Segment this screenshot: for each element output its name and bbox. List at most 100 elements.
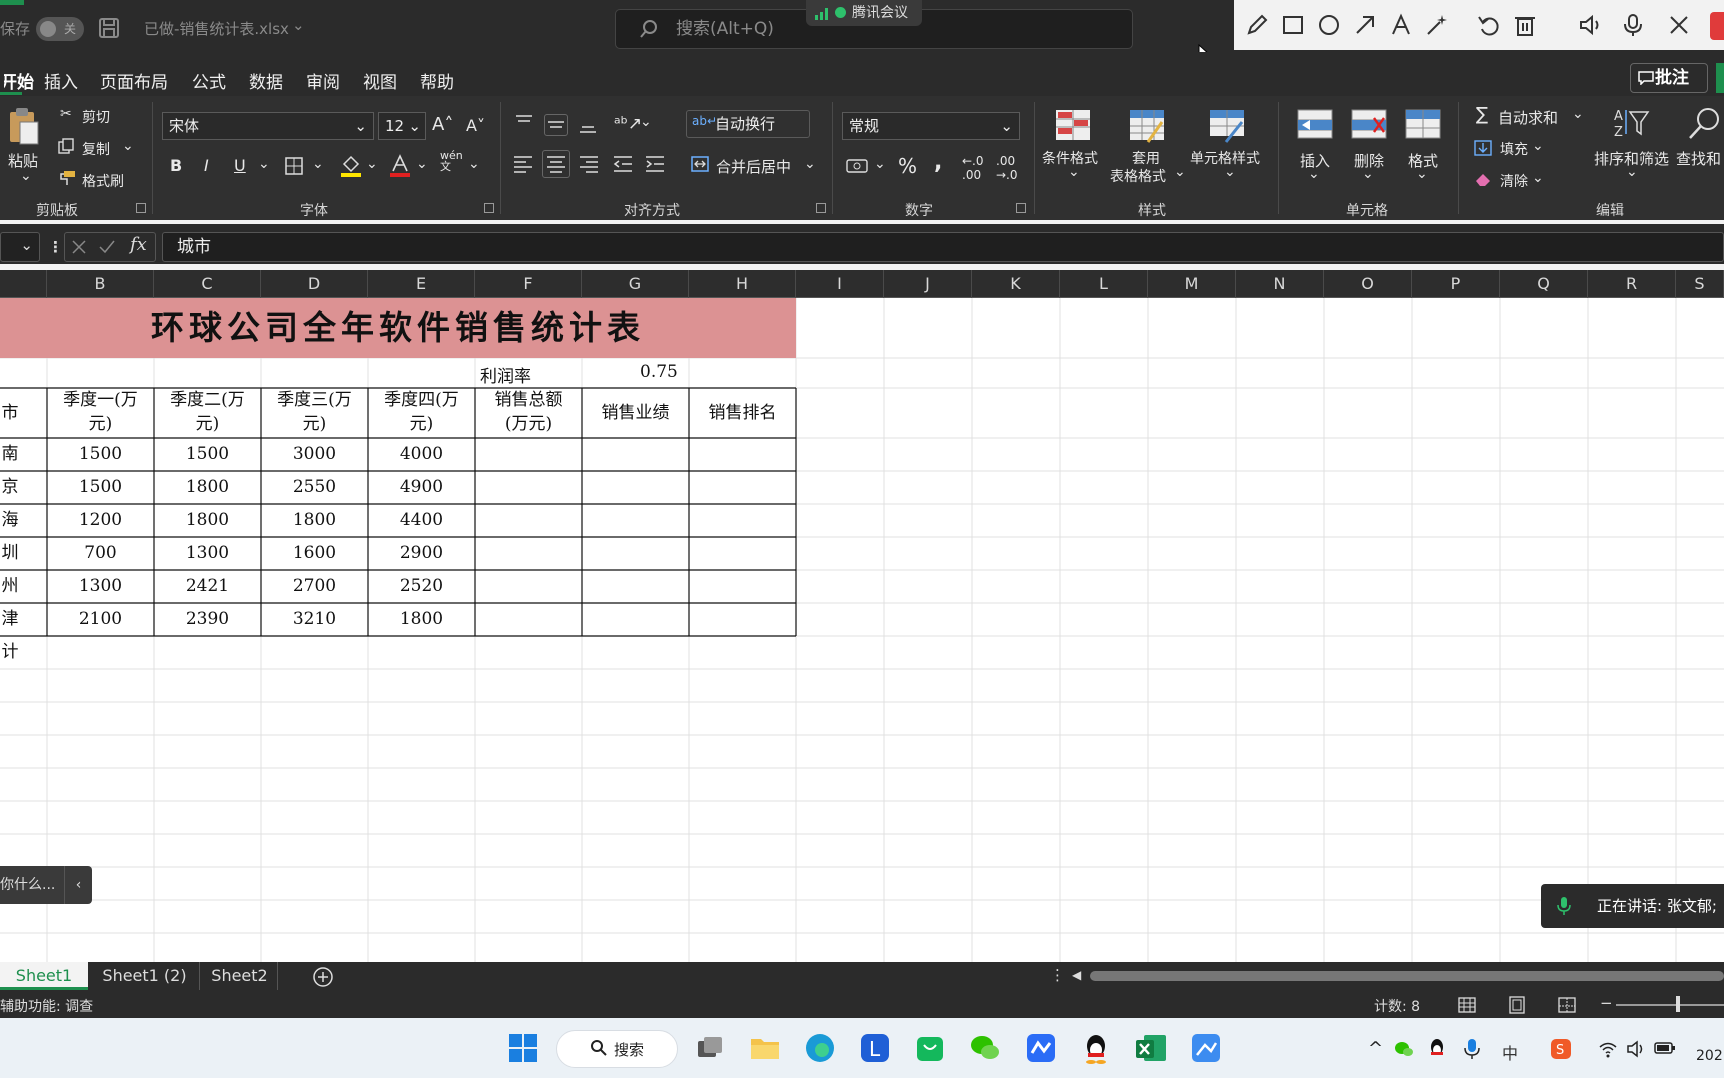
row-city[interactable]: 南 (0, 438, 20, 471)
bold-icon[interactable]: B (170, 156, 182, 175)
menu-page-layout[interactable]: 页面布局 (100, 68, 168, 93)
dialog-launcher-icon[interactable] (816, 203, 826, 213)
find-label[interactable]: 查找和 (1676, 148, 1721, 169)
row-q1[interactable]: 1500 (47, 471, 154, 504)
fill-label[interactable]: 填充 (1500, 139, 1528, 159)
row-q1[interactable]: 700 (47, 537, 154, 570)
borders-icon[interactable] (284, 156, 304, 176)
align-right-icon[interactable] (578, 154, 600, 174)
header-q3[interactable]: 季度三(万 元) (261, 388, 368, 436)
total-row-label[interactable]: 计 (0, 636, 20, 669)
edge-browser-icon[interactable] (803, 1031, 837, 1065)
row-q1[interactable]: 1200 (47, 504, 154, 537)
format-as-table-icon[interactable] (1128, 108, 1166, 144)
delete-cells-icon[interactable] (1350, 108, 1388, 142)
accessibility-status[interactable]: 辅助功能: 调查 (0, 996, 93, 1016)
row-q1[interactable]: 1500 (47, 438, 154, 471)
cell-styles-icon[interactable] (1208, 108, 1246, 144)
accounting-format-icon[interactable] (846, 158, 868, 174)
row-q2[interactable]: 1800 (154, 504, 261, 537)
menu-formulas[interactable]: 公式 (192, 68, 226, 93)
task-view-icon[interactable] (692, 1031, 726, 1065)
dialog-launcher-icon[interactable] (484, 203, 494, 213)
increase-decimal-icon[interactable]: ←.0.00 (962, 154, 984, 182)
taskbar-clock[interactable]: 202 (1696, 1048, 1723, 1064)
copy-icon[interactable] (58, 138, 74, 154)
column-header-j[interactable]: J (884, 270, 972, 298)
qq-icon[interactable] (1079, 1031, 1113, 1065)
clear-label[interactable]: 清除 (1500, 171, 1528, 191)
enter-check-icon[interactable] (98, 238, 116, 256)
row-city[interactable]: 京 (0, 471, 20, 504)
row-q4[interactable]: 4900 (368, 471, 475, 504)
find-icon[interactable] (1686, 106, 1722, 142)
chevron-down-icon[interactable]: ⌄ (366, 156, 378, 172)
format-painter-label[interactable]: 格式刷 (82, 171, 124, 191)
autosave-toggle[interactable]: 关 (36, 17, 84, 41)
align-middle-icon[interactable] (544, 114, 568, 136)
shopping-app-icon[interactable] (913, 1031, 947, 1065)
row-q4[interactable]: 4400 (368, 504, 475, 537)
italic-icon[interactable]: I (204, 156, 209, 175)
font-size-select[interactable]: 12 ⌄ (378, 112, 426, 140)
sheet-title-banner[interactable]: 环球公司全年软件销售统计表 (0, 298, 796, 358)
cancel-icon[interactable] (70, 238, 88, 256)
row-q4[interactable]: 2900 (368, 537, 475, 570)
sort-filter-icon[interactable]: AZ (1612, 106, 1652, 140)
tell-me-box[interactable]: 你什么... ‹ (0, 866, 92, 904)
undo-icon[interactable] (1476, 12, 1502, 38)
column-header-k[interactable]: K (972, 270, 1060, 298)
decrease-indent-icon[interactable] (612, 154, 634, 174)
row-q3[interactable]: 1800 (261, 504, 368, 537)
column-header-h[interactable]: H (689, 270, 796, 298)
row-q1[interactable]: 1300 (47, 570, 154, 603)
profit-value[interactable]: 0.75 (640, 362, 678, 382)
paste-icon[interactable] (6, 106, 42, 146)
column-header-o[interactable]: O (1324, 270, 1412, 298)
header-city[interactable]: 市 (0, 388, 20, 438)
column-header-m[interactable]: M (1148, 270, 1236, 298)
menu-view[interactable]: 视图 (363, 68, 397, 93)
menu-review[interactable]: 审阅 (306, 68, 340, 93)
formula-input[interactable]: 城市 (162, 232, 1724, 262)
underline-icon[interactable]: U (234, 156, 246, 175)
header-q4[interactable]: 季度四(万 元) (368, 388, 475, 436)
battery-icon[interactable] (1654, 1040, 1676, 1056)
zoom-out-icon[interactable]: − (1600, 994, 1613, 1012)
chevron-down-icon[interactable]: ⌄ (1224, 164, 1236, 180)
pencil-icon[interactable] (1244, 12, 1270, 38)
column-header-l[interactable]: L (1060, 270, 1148, 298)
number-format-select[interactable]: 常规 ⌄ (842, 112, 1020, 140)
header-total[interactable]: 销售总额 (万元) (475, 388, 582, 436)
eraser-icon[interactable] (1474, 171, 1492, 187)
row-q3[interactable]: 3000 (261, 438, 368, 471)
header-performance[interactable]: 销售业绩 (582, 388, 689, 438)
lenovo-app-icon[interactable]: L (858, 1031, 892, 1065)
file-name[interactable]: 已做-销售统计表.xlsx (144, 18, 289, 39)
chevron-up-icon[interactable]: ^ (1368, 1038, 1383, 1059)
microphone-tray-icon[interactable] (1464, 1038, 1480, 1060)
conditional-format-icon[interactable] (1054, 108, 1092, 144)
increase-indent-icon[interactable] (644, 154, 666, 174)
sheet-tab-3[interactable]: Sheet2 (202, 962, 278, 990)
chevron-down-icon[interactable]: ⌄ (1532, 138, 1544, 154)
column-header-i[interactable]: I (796, 270, 884, 298)
fill-down-icon[interactable] (1474, 140, 1492, 156)
font-color-icon[interactable] (390, 154, 410, 178)
column-header-f[interactable]: F (475, 270, 582, 298)
column-header-b[interactable]: B (47, 270, 154, 298)
horizontal-scrollbar[interactable] (1090, 971, 1724, 981)
decrease-decimal-icon[interactable]: .00 →.0 (996, 154, 1018, 182)
chevron-down-icon[interactable]: ⌄ (20, 168, 32, 184)
chevron-down-icon[interactable]: ⌄ (1308, 166, 1320, 182)
chevron-down-icon[interactable]: ⌄ (292, 16, 305, 34)
recording-badge[interactable] (1710, 12, 1724, 40)
chevron-down-icon[interactable]: ⌄ (122, 138, 134, 154)
chevron-down-icon[interactable]: ⌄ (1174, 164, 1186, 180)
row-q2[interactable]: 2390 (154, 603, 261, 636)
arrow-icon[interactable] (1352, 12, 1378, 38)
format-as-table-label-1[interactable]: 套用 (1132, 148, 1160, 168)
merge-center-icon[interactable] (690, 154, 710, 174)
copy-label[interactable]: 复制 (82, 139, 110, 159)
trash-icon[interactable] (1512, 12, 1538, 38)
